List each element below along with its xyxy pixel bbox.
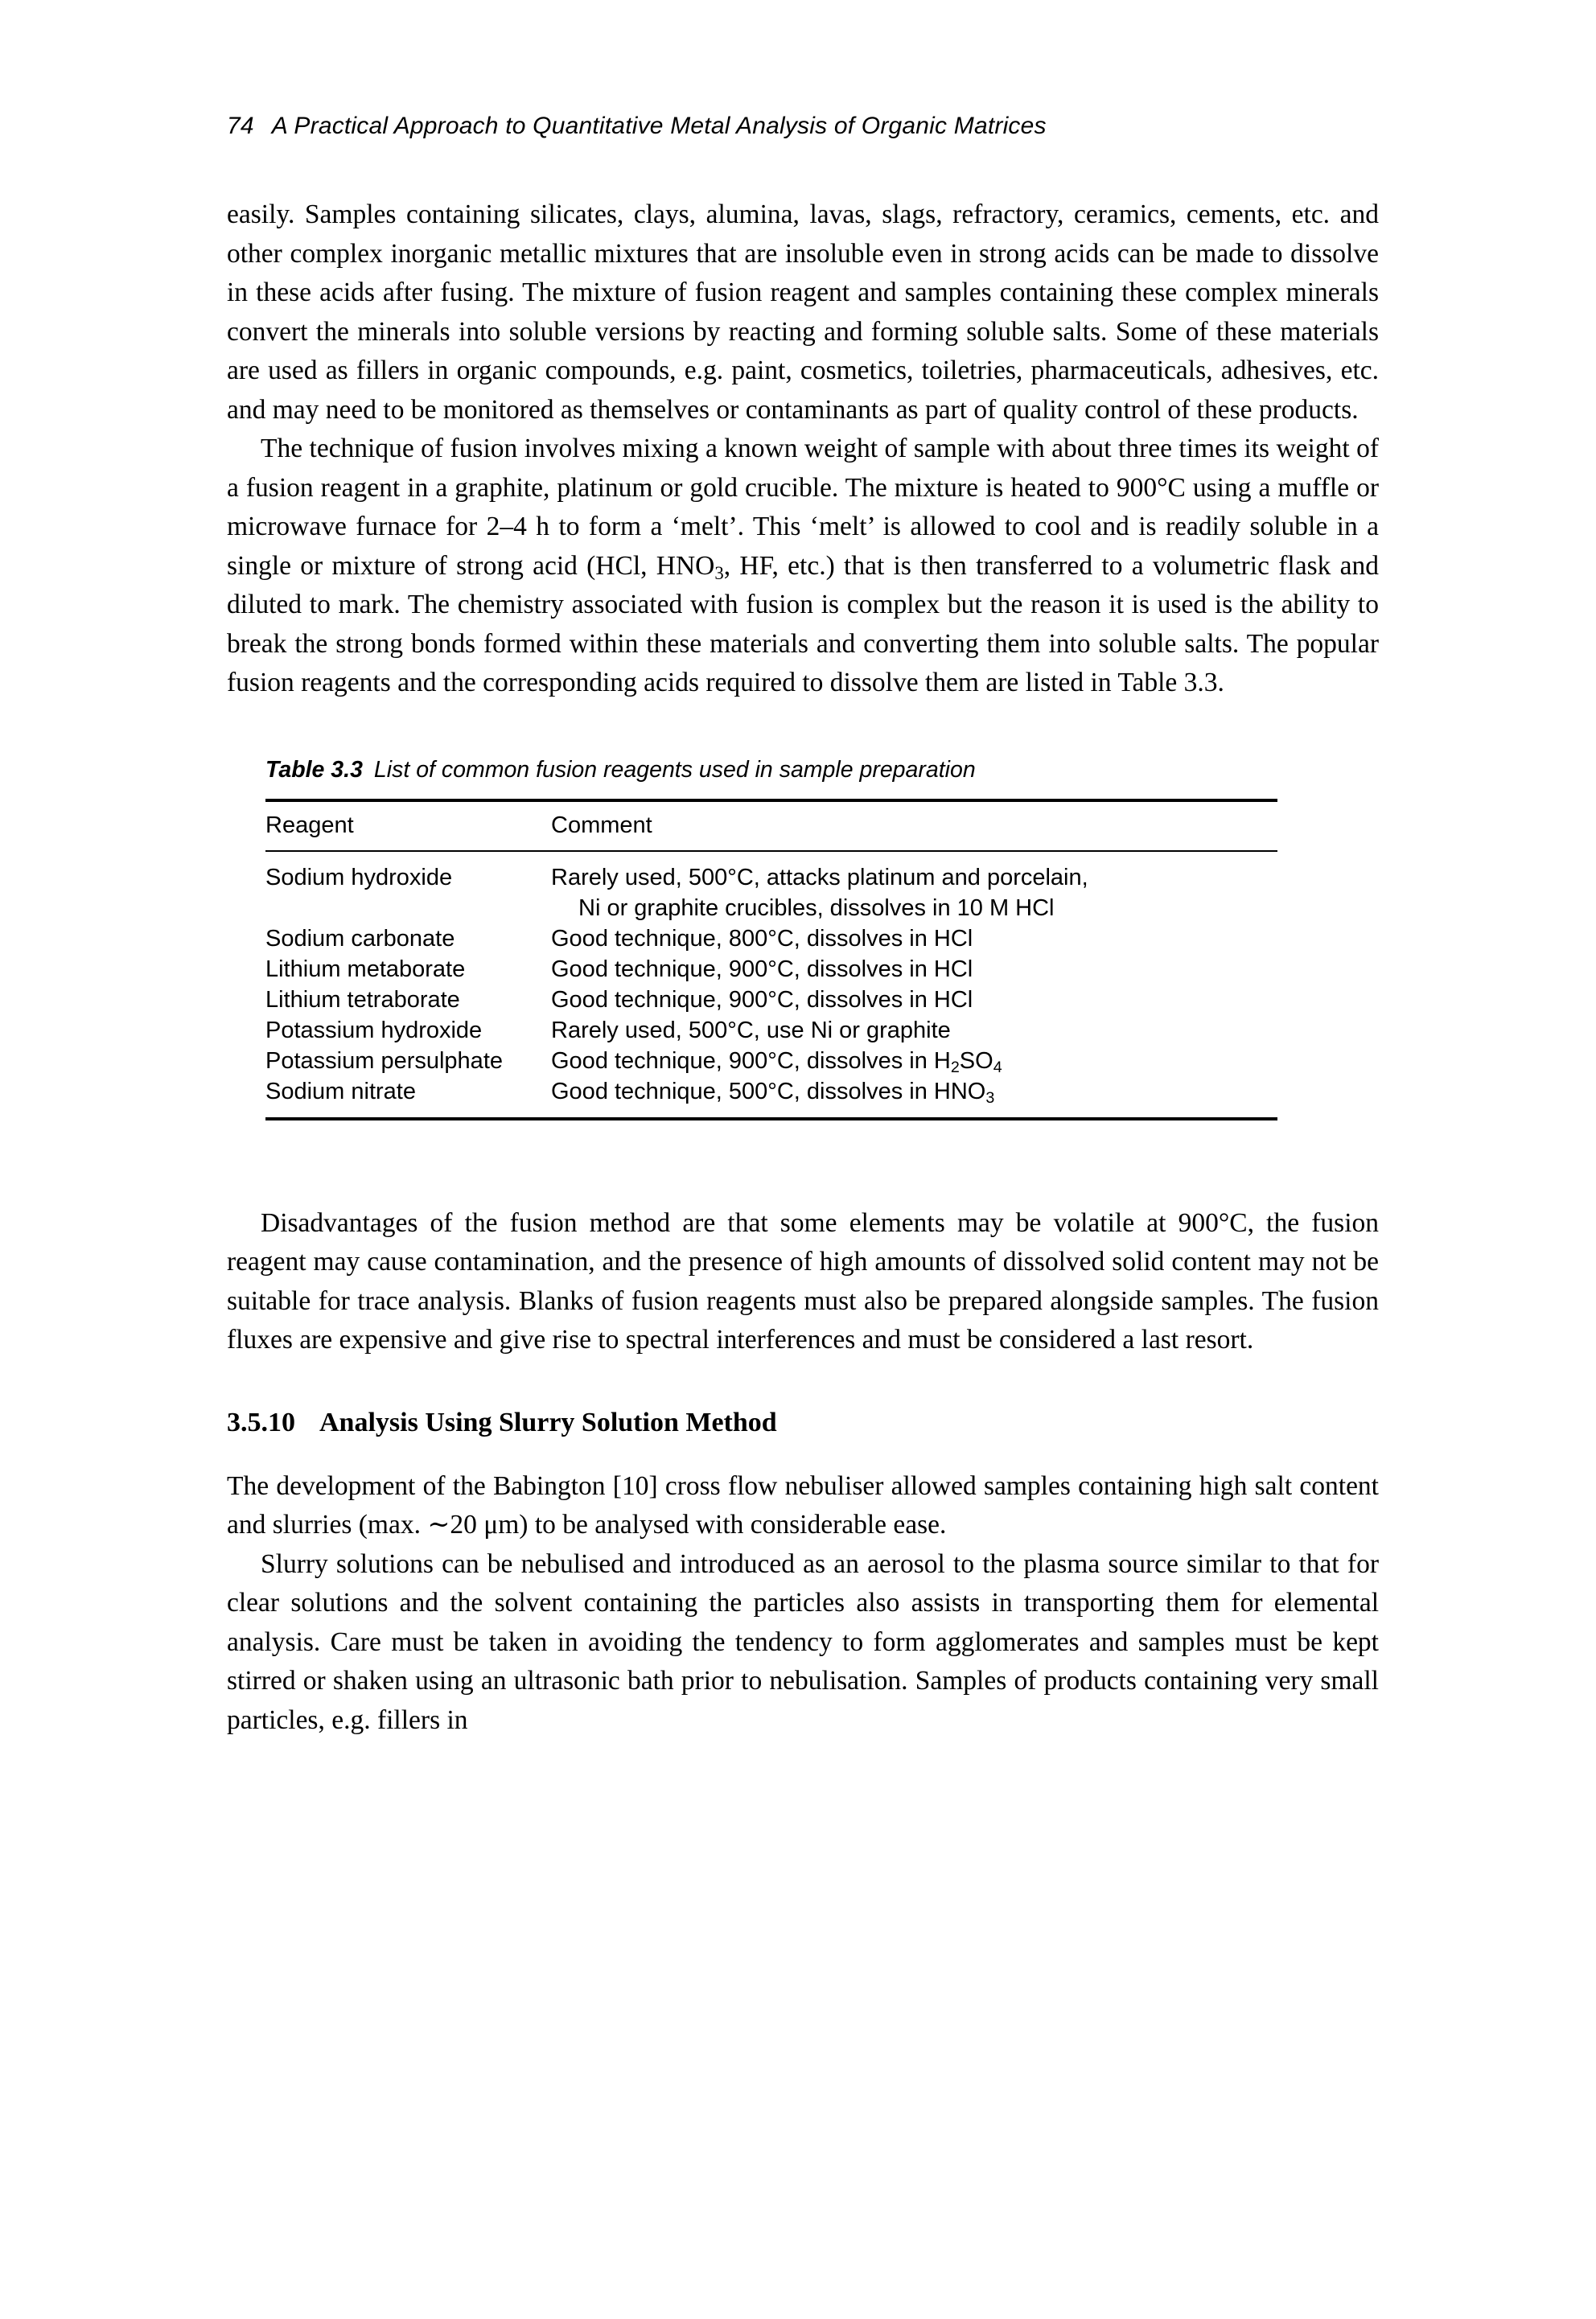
subscript-hno3: 3: [714, 562, 724, 583]
cell-reagent: Lithium tetraborate: [265, 986, 460, 1013]
subscript-so4: 4: [993, 1059, 1002, 1077]
table-header: Reagent Comment: [265, 799, 1277, 852]
cell-reagent: Potassium persulphate: [265, 1047, 503, 1074]
table-body: Sodium hydroxide Rarely used, 500°C, att…: [265, 851, 1277, 1120]
table-header-row: Reagent Comment: [265, 799, 1277, 852]
comment-text: Good technique, 900°C, dissolves in H: [551, 1047, 951, 1074]
cell-comment: Rarely used, 500°C, attacks platinum and…: [551, 851, 1277, 923]
comment-line-1: Rarely used, 500°C, attacks platinum and…: [551, 864, 1088, 890]
section-heading: 3.5.10 Analysis Using Slurry Solution Met…: [227, 1407, 1379, 1440]
running-head: 74 A Practical Approach to Quantitative M…: [227, 113, 1379, 139]
spacer-before-heading: [227, 1360, 1379, 1407]
page-content: 74 A Practical Approach to Quantitative M…: [227, 113, 1379, 1740]
paragraph-1: easily. Samples containing silicates, cl…: [227, 199, 1379, 425]
spacer-after-table: [227, 1120, 1379, 1204]
comment-line-2: Ni or graphite crucibles, dissolves in 1…: [578, 894, 1055, 921]
paragraph-3: Disadvantages of the fusion method are t…: [227, 1207, 1379, 1355]
table-caption: Table 3.3 List of common fusion reagents …: [265, 756, 1277, 785]
cell-comment: Rarely used, 500°C, use Ni or graphite: [551, 1017, 951, 1043]
cell-comment: Good technique, 500°C, dissolves in HNO3: [551, 1075, 1277, 1120]
subscript-hno3: 3: [985, 1089, 995, 1108]
cell-comment: Good technique, 900°C, dissolves in HCl: [551, 956, 973, 982]
subscript-h2: 2: [950, 1059, 960, 1077]
cell-reagent: Sodium carbonate: [265, 925, 455, 952]
cell-comment: Good technique, 900°C, dissolves in HCl: [551, 986, 973, 1013]
comment-text: Good technique, 500°C, dissolves in HNO: [551, 1078, 986, 1104]
column-header-comment: Comment: [551, 799, 1277, 852]
table-row: Lithium metaborate Good technique, 900°C…: [265, 954, 1277, 985]
table-3-3-block: Table 3.3 List of common fusion reagents …: [265, 756, 1277, 1120]
cell-comment: Good technique, 800°C, dissolves in HCl: [551, 925, 973, 952]
comment-text-mid: SO: [959, 1047, 993, 1074]
section-number: 3.5.10: [227, 1407, 295, 1437]
fusion-reagents-table: Reagent Comment Sodium hydroxide Rarely …: [265, 799, 1277, 1120]
cell-comment: Good technique, 900°C, dissolves in H2SO…: [551, 1046, 1277, 1076]
spacer-after-heading: [227, 1440, 1379, 1467]
section-title: Analysis Using Slurry Solution Method: [319, 1407, 777, 1437]
table-row: Potassium hydroxide Rarely used, 500°C, …: [265, 1015, 1277, 1046]
cell-reagent: Potassium hydroxide: [265, 1017, 483, 1043]
table-row: Lithium tetraborate Good technique, 900°…: [265, 985, 1277, 1015]
table-row: Sodium nitrate Good technique, 500°C, di…: [265, 1075, 1277, 1120]
paragraph-5: Slurry solutions can be nebulised and in…: [227, 1548, 1379, 1735]
table-row: Sodium carbonate Good technique, 800°C, …: [265, 923, 1277, 954]
table-caption-text: List of common fusion reagents used in s…: [373, 756, 976, 783]
running-head-title: A Practical Approach to Quantitative Met…: [271, 113, 1047, 139]
paragraph-4: The development of the Babington [10] cr…: [227, 1470, 1379, 1540]
cell-reagent: Lithium metaborate: [265, 956, 466, 982]
page-number: 74: [227, 113, 254, 139]
table-caption-label: Table 3.3: [265, 756, 363, 783]
document-page: 74 A Practical Approach to Quantitative M…: [0, 0, 1596, 2319]
table-row: Sodium hydroxide Rarely used, 500°C, att…: [265, 851, 1277, 923]
cell-reagent: Sodium hydroxide: [265, 864, 453, 890]
paragraph-2: The technique of fusion involves mixing …: [227, 430, 1379, 703]
table-row: Potassium persulphate Good technique, 90…: [265, 1046, 1277, 1076]
cell-reagent: Sodium nitrate: [265, 1075, 551, 1120]
column-header-reagent: Reagent: [265, 799, 551, 852]
